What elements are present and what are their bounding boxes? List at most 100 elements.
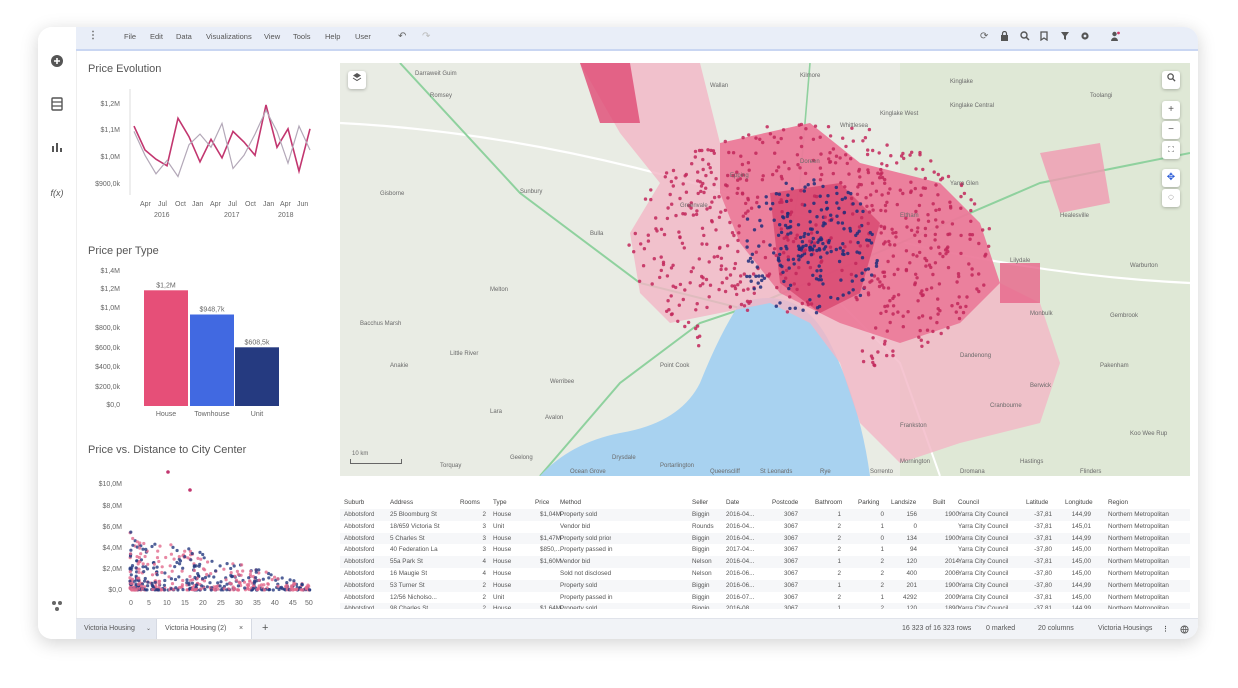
map-point[interactable] bbox=[739, 274, 743, 278]
scatter-point[interactable] bbox=[293, 582, 297, 586]
map-point[interactable] bbox=[920, 344, 924, 348]
map-point[interactable] bbox=[866, 148, 870, 152]
map-point[interactable] bbox=[659, 255, 663, 259]
scatter-point[interactable] bbox=[249, 569, 253, 573]
map-point[interactable] bbox=[812, 201, 816, 205]
scatter-point[interactable] bbox=[143, 554, 147, 559]
scatter-point[interactable] bbox=[289, 588, 293, 592]
col-longitude[interactable]: Longitude bbox=[1065, 499, 1093, 506]
map-point[interactable] bbox=[669, 312, 674, 317]
scatter-point[interactable] bbox=[152, 566, 156, 570]
map-point[interactable] bbox=[843, 245, 847, 249]
map-point[interactable] bbox=[706, 162, 711, 166]
map-point[interactable] bbox=[901, 314, 905, 318]
scatter-point[interactable] bbox=[212, 575, 216, 579]
map-point[interactable] bbox=[748, 299, 753, 304]
map-point[interactable] bbox=[911, 253, 915, 257]
map-point[interactable] bbox=[931, 329, 935, 334]
map-point[interactable] bbox=[788, 219, 793, 224]
col-council[interactable]: Council bbox=[958, 499, 979, 506]
map-point[interactable] bbox=[841, 136, 845, 140]
map-point[interactable] bbox=[842, 252, 846, 257]
map-point[interactable] bbox=[902, 156, 906, 161]
scatter-point[interactable] bbox=[280, 576, 284, 580]
scatter-point[interactable] bbox=[206, 560, 210, 564]
map-point[interactable] bbox=[742, 304, 747, 308]
map-point[interactable] bbox=[936, 312, 940, 316]
map-point[interactable] bbox=[908, 153, 912, 157]
map-point[interactable] bbox=[891, 304, 896, 308]
map-point[interactable] bbox=[650, 282, 654, 286]
map-point[interactable] bbox=[809, 247, 813, 251]
map-point[interactable] bbox=[936, 172, 940, 177]
scatter-point[interactable] bbox=[233, 586, 237, 590]
map-point[interactable] bbox=[755, 265, 759, 269]
map-point[interactable] bbox=[725, 244, 730, 248]
map-point[interactable] bbox=[659, 227, 664, 231]
map-point[interactable] bbox=[773, 151, 777, 155]
scatter-point[interactable] bbox=[235, 569, 239, 573]
zoom-in-icon[interactable]: + bbox=[1162, 101, 1180, 119]
menu-user[interactable]: User bbox=[355, 32, 371, 41]
map-point[interactable] bbox=[724, 267, 728, 271]
map-point[interactable] bbox=[748, 256, 753, 261]
map-point[interactable] bbox=[987, 244, 991, 248]
scatter-point[interactable] bbox=[208, 581, 212, 585]
scatter-point[interactable] bbox=[137, 555, 141, 560]
map-point[interactable] bbox=[891, 353, 895, 358]
scatter-point[interactable] bbox=[202, 556, 206, 560]
map-point[interactable] bbox=[863, 136, 868, 140]
map-point[interactable] bbox=[870, 273, 874, 277]
map-point[interactable] bbox=[893, 243, 897, 247]
map-point[interactable] bbox=[834, 247, 838, 252]
map-point[interactable] bbox=[825, 207, 829, 211]
scatter-point[interactable] bbox=[187, 547, 191, 551]
map-point[interactable] bbox=[862, 285, 867, 290]
pan-icon[interactable]: ✥ bbox=[1162, 169, 1180, 187]
map-point[interactable] bbox=[696, 179, 700, 183]
map-point[interactable] bbox=[919, 291, 923, 295]
map-point[interactable] bbox=[818, 166, 823, 170]
scatter-point[interactable] bbox=[146, 562, 150, 566]
map-point[interactable] bbox=[928, 316, 933, 320]
map-point[interactable] bbox=[783, 223, 788, 228]
map-point[interactable] bbox=[681, 297, 685, 302]
map-point[interactable] bbox=[726, 196, 730, 200]
map-point[interactable] bbox=[812, 178, 816, 182]
map-point[interactable] bbox=[747, 133, 751, 137]
map-point[interactable] bbox=[792, 262, 796, 266]
map-point[interactable] bbox=[788, 306, 792, 311]
col-region[interactable]: Region bbox=[1108, 499, 1128, 506]
scatter-point[interactable] bbox=[162, 583, 166, 587]
map-point[interactable] bbox=[715, 254, 720, 259]
map-point[interactable] bbox=[937, 282, 942, 286]
scatter-point[interactable] bbox=[218, 564, 222, 568]
map-point[interactable] bbox=[787, 286, 791, 291]
map-point[interactable] bbox=[977, 272, 981, 276]
map-point[interactable] bbox=[760, 178, 765, 182]
scatter-point[interactable] bbox=[171, 545, 175, 549]
map-point[interactable] bbox=[837, 259, 842, 264]
map-point[interactable] bbox=[705, 305, 709, 310]
map-point[interactable] bbox=[678, 196, 682, 201]
map-point[interactable] bbox=[829, 236, 833, 240]
map-point[interactable] bbox=[846, 251, 850, 256]
scatter-point[interactable] bbox=[262, 588, 266, 592]
map-point[interactable] bbox=[972, 202, 977, 206]
scatter-point[interactable] bbox=[180, 569, 184, 573]
map-point[interactable] bbox=[921, 167, 925, 172]
map-point[interactable] bbox=[982, 283, 986, 287]
map-point[interactable] bbox=[917, 335, 921, 339]
scatter-point[interactable] bbox=[248, 579, 252, 583]
map-point[interactable] bbox=[919, 193, 923, 197]
map-point[interactable] bbox=[666, 206, 670, 210]
scatter-point[interactable] bbox=[276, 577, 280, 581]
map-point[interactable] bbox=[788, 295, 792, 299]
scatter-point[interactable] bbox=[213, 588, 217, 592]
map-point[interactable] bbox=[871, 148, 875, 153]
map-point[interactable] bbox=[919, 338, 923, 342]
map-point[interactable] bbox=[918, 250, 922, 255]
map-point[interactable] bbox=[891, 254, 895, 258]
scatter-point[interactable] bbox=[295, 587, 299, 591]
map-point[interactable] bbox=[934, 208, 938, 212]
